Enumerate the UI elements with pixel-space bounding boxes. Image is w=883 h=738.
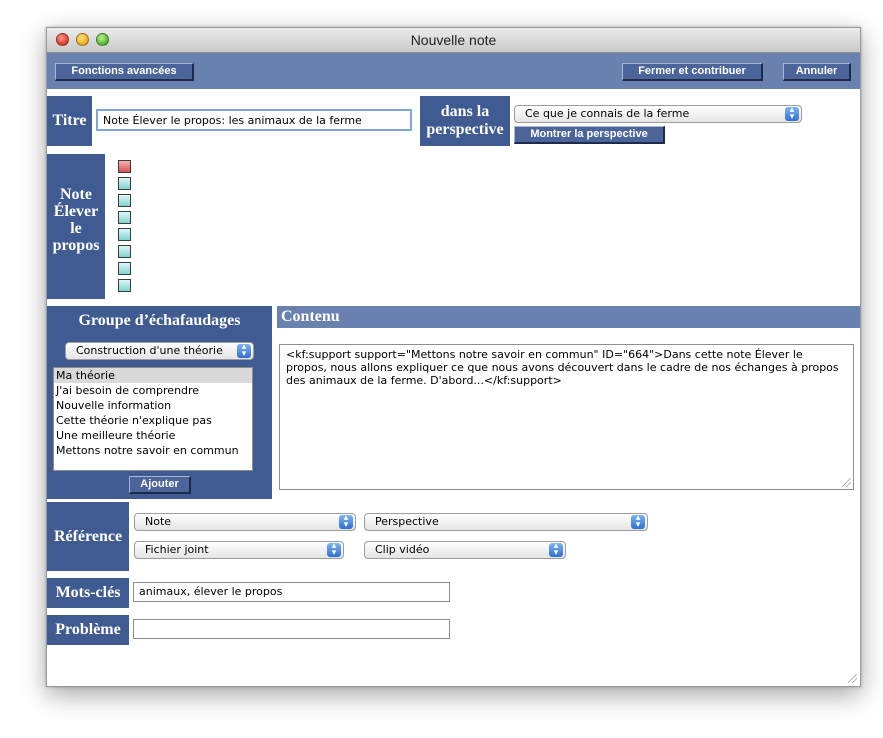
video-clip-select-value: Clip vidéo <box>375 543 430 556</box>
perspective-select[interactable]: Ce que je connais de la ferme ▴ ▾ <box>514 105 802 123</box>
perspective-label-line1: dans la <box>440 103 490 120</box>
note-type-label: Note Élever le propos <box>47 154 105 299</box>
teal-square-icon[interactable] <box>118 228 131 241</box>
title-input[interactable]: Note Élever le propos: les animaux de la… <box>96 109 412 131</box>
scaffold-list-item[interactable]: Nouvelle information <box>54 398 252 413</box>
content-textarea[interactable]: <kf:support support="Mettons notre savoi… <box>279 344 854 490</box>
select-arrows-icon: ▴ ▾ <box>785 106 799 122</box>
scaffold-list[interactable]: Ma théorie J'ai besoin de comprendre Nou… <box>53 367 253 471</box>
note-window: Nouvelle note Fonctions avancées Fermer … <box>46 27 861 687</box>
close-and-contribute-button[interactable]: Fermer et contribuer <box>622 63 763 81</box>
note-type-line3: le <box>70 220 82 237</box>
perspective-select-value: Ce que je connais de la ferme <box>525 107 690 120</box>
resize-grip-icon[interactable] <box>842 478 851 487</box>
window-title: Nouvelle note <box>410 32 497 48</box>
perspective-label-line2: perspective <box>426 121 504 138</box>
content-text: <kf:support support="Mettons notre savoi… <box>286 348 839 387</box>
teal-square-icon[interactable] <box>118 194 131 207</box>
cancel-button[interactable]: Annuler <box>783 63 851 81</box>
keywords-input[interactable]: animaux, élever le propos <box>133 582 450 602</box>
note-type-line4: propos <box>52 237 100 254</box>
teal-square-icon[interactable] <box>118 262 131 275</box>
video-clip-select[interactable]: Clip vidéo ▴ ▾ <box>364 541 566 559</box>
title-label: Titre <box>47 96 92 146</box>
add-scaffold-button[interactable]: Ajouter <box>129 476 191 494</box>
select-arrows-icon: ▴ ▾ <box>339 514 353 530</box>
advanced-functions-button[interactable]: Fonctions avancées <box>55 63 194 81</box>
reference-label: Référence <box>47 502 129 571</box>
content-header: Contenu <box>277 306 860 328</box>
select-arrows-icon: ▴ ▾ <box>631 514 645 530</box>
scaffold-group-select[interactable]: Construction d'une théorie ▴ ▾ <box>65 342 254 360</box>
teal-square-icon[interactable] <box>118 177 131 190</box>
perspective-label: dans la perspective <box>420 96 510 146</box>
teal-square-icon[interactable] <box>118 211 131 224</box>
scaffold-group-value: Construction d'une théorie <box>76 344 223 357</box>
scaffold-list-item[interactable]: Cette théorie n'explique pas <box>54 413 252 428</box>
attachment-select-value: Fichier joint <box>145 543 209 556</box>
scaffold-list-item[interactable]: Ma théorie <box>54 368 252 383</box>
scaffold-header: Groupe d’échafaudages <box>78 312 241 329</box>
select-arrows-icon: ▴ ▾ <box>549 542 563 558</box>
reference-perspective-value: Perspective <box>375 515 439 528</box>
scaffold-list-item[interactable]: J'ai besoin de comprendre <box>54 383 252 398</box>
attachment-select[interactable]: Fichier joint ▴ ▾ <box>134 541 344 559</box>
reference-perspective-select[interactable]: Perspective ▴ ▾ <box>364 513 648 531</box>
select-arrows-icon: ▴ ▾ <box>237 343 251 359</box>
teal-square-icon[interactable] <box>118 279 131 292</box>
select-arrows-icon: ▴ ▾ <box>327 542 341 558</box>
problem-label: Problème <box>47 615 129 645</box>
title-bar[interactable]: Nouvelle note <box>47 28 860 53</box>
show-perspective-button[interactable]: Montrer la perspective <box>514 126 665 144</box>
note-type-line1: Note <box>60 186 92 203</box>
reference-note-value: Note <box>145 515 172 528</box>
reference-note-select[interactable]: Note ▴ ▾ <box>134 513 356 531</box>
toolbar: Fonctions avancées Fermer et contribuer … <box>47 53 860 89</box>
note-type-line2: Élever <box>53 203 99 220</box>
scaffold-list-item[interactable]: Mettons notre savoir en commun <box>54 443 252 458</box>
teal-square-icon[interactable] <box>118 245 131 258</box>
scaffold-list-item[interactable]: Une meilleure théorie <box>54 428 252 443</box>
red-square-icon[interactable] <box>118 160 131 173</box>
window-resize-grip-icon[interactable] <box>848 674 857 683</box>
problem-input[interactable] <box>133 619 450 639</box>
keywords-label: Mots-clés <box>47 578 129 608</box>
